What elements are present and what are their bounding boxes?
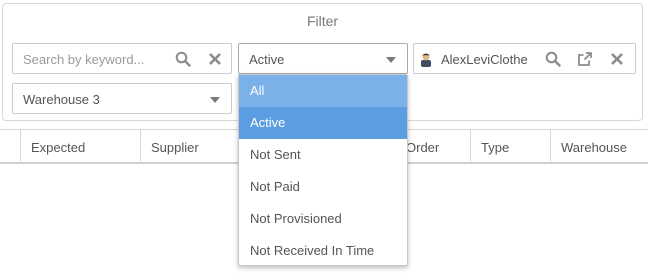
status-option-not-paid[interactable]: Not Paid xyxy=(239,171,407,203)
column-header-type[interactable]: Type xyxy=(470,130,550,163)
search-field[interactable]: Search by keyword... xyxy=(12,43,232,74)
user-avatar-icon xyxy=(418,51,434,67)
warehouse-select-value: Warehouse 3 xyxy=(23,92,100,107)
search-customer-icon[interactable] xyxy=(545,51,561,67)
column-header-expected[interactable]: Expected xyxy=(20,130,140,163)
status-option-active[interactable]: Active xyxy=(239,107,407,139)
search-input[interactable]: Search by keyword... xyxy=(23,52,163,67)
clear-customer-icon[interactable] xyxy=(609,51,625,67)
status-select-value: Active xyxy=(249,52,285,67)
chevron-down-icon[interactable] xyxy=(386,57,396,63)
status-option-not-provisioned[interactable]: Not Provisioned xyxy=(239,203,407,235)
column-header-warehouse[interactable]: Warehouse xyxy=(550,130,648,163)
customer-field[interactable]: AlexLeviClothes xyxy=(413,43,636,74)
clear-search-icon[interactable] xyxy=(207,51,223,67)
external-link-icon[interactable] xyxy=(577,51,593,67)
status-option-not-received-in-time[interactable]: Not Received In Time xyxy=(239,235,407,267)
status-select[interactable]: Active xyxy=(238,43,408,74)
search-icon[interactable] xyxy=(175,51,191,67)
warehouse-select[interactable]: Warehouse 3 xyxy=(12,83,232,114)
chevron-down-icon[interactable] xyxy=(210,97,220,103)
status-dropdown-list: All Active Not Sent Not Paid Not Provisi… xyxy=(238,74,408,266)
filter-title: Filter xyxy=(306,13,339,29)
customer-input[interactable]: AlexLeviClothes xyxy=(441,52,527,67)
status-option-all[interactable]: All xyxy=(239,75,407,107)
status-option-not-sent[interactable]: Not Sent xyxy=(239,139,407,171)
